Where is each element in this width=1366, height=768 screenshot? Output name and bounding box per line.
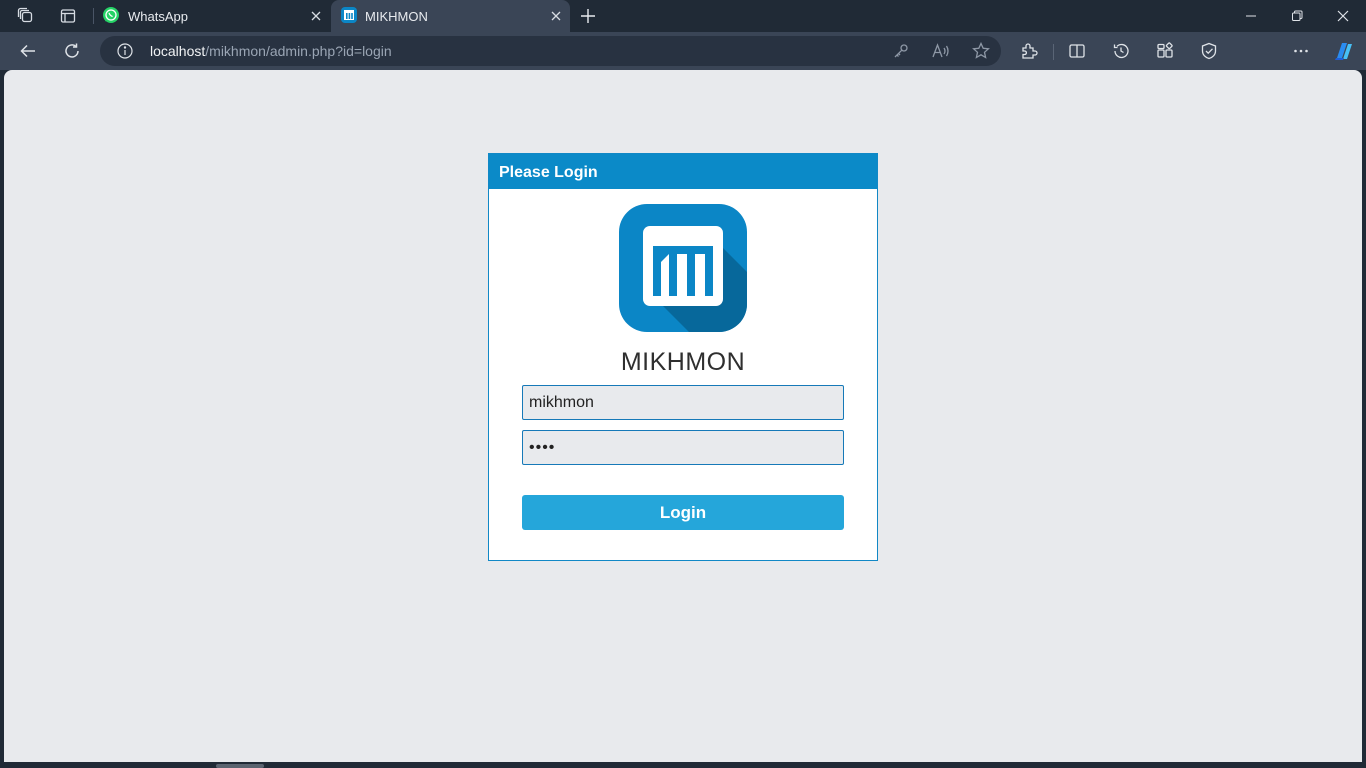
login-header: Please Login [489,154,877,189]
restore-icon[interactable] [1274,0,1320,32]
url-host: localhost [150,43,206,59]
scrollbar-thumb[interactable] [216,764,264,768]
address-bar[interactable]: localhost/mikhmon/admin.php?id=login [100,36,1001,66]
url-path: /mikhmon/admin.php?id=login [205,43,392,59]
new-tab-icon[interactable] [568,0,608,32]
more-options-icon[interactable] [1285,35,1317,67]
collections-icon[interactable] [1149,35,1181,67]
close-tab-icon[interactable] [542,11,570,21]
password-key-icon[interactable] [881,36,921,66]
password-field[interactable] [522,430,844,465]
login-card: Please Login MIKHMON Login [488,153,878,561]
tab-actions-icon[interactable] [48,0,88,32]
minimize-icon[interactable] [1228,0,1274,32]
app-name: MIKHMON [620,348,746,376]
copilot-icon[interactable] [1328,35,1360,67]
browser-tab-bar: WhatsApp MIKHMON [0,0,1366,32]
tab-mikhmon[interactable]: MIKHMON [331,0,570,32]
login-button[interactable]: Login [522,495,844,530]
url-text[interactable]: localhost/mikhmon/admin.php?id=login [150,43,881,59]
browser-toolbar: localhost/mikhmon/admin.php?id=login [0,32,1366,96]
page-viewport: Please Login MIKHMON Login [4,70,1362,762]
close-window-icon[interactable] [1320,0,1366,32]
tab-title: MIKHMON [365,8,428,24]
tab-whatsapp[interactable]: WhatsApp [94,0,330,32]
favorite-star-icon[interactable] [961,36,1001,66]
site-info-icon[interactable] [100,43,150,59]
back-icon[interactable] [12,35,44,67]
toolbar-divider [1053,44,1054,60]
close-tab-icon[interactable] [302,11,330,21]
workspaces-icon[interactable] [6,0,46,32]
mikhmon-favicon-icon [341,6,357,26]
read-aloud-icon[interactable] [921,36,961,66]
tab-title: WhatsApp [128,8,188,24]
split-screen-icon[interactable] [1061,35,1093,67]
extensions-icon[interactable] [1013,35,1045,67]
refresh-icon[interactable] [56,35,88,67]
username-field[interactable] [522,385,844,420]
history-icon[interactable] [1105,35,1137,67]
mikhmon-logo-icon [619,204,747,332]
browser-essentials-icon[interactable] [1193,35,1225,67]
whatsapp-icon [102,6,120,27]
